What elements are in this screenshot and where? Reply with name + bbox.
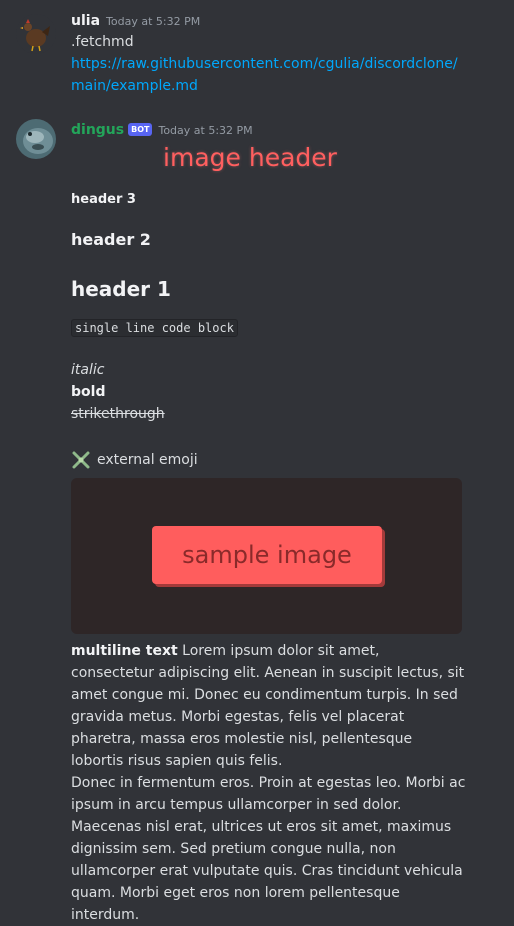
emoji-line: external emoji [71, 450, 198, 470]
header-3: header 3 [71, 192, 136, 207]
multiline-label: multiline text [71, 643, 178, 659]
bot-avatar[interactable] [16, 119, 56, 159]
header-1: header 1 [71, 277, 171, 301]
paragraph-1-text: Lorem ipsum dolor sit amet, consectetur … [71, 643, 465, 769]
code-block: single line code block [71, 319, 238, 337]
embedded-image[interactable]: sample image [71, 478, 462, 634]
bold-text: bold [71, 384, 106, 400]
image-header: image header [163, 143, 337, 172]
strikethrough-text: strikethrough [71, 406, 165, 422]
multiline-paragraph-2: Donec in fermentum eros. Proin at egesta… [71, 775, 466, 923]
multiline-paragraph-1: multiline text Lorem ipsum dolor sit ame… [71, 640, 466, 772]
emoji-text: external emoji [97, 452, 198, 468]
italic-text: italic [71, 362, 105, 378]
sparkle-cross-icon[interactable] [71, 450, 91, 470]
sample-image-label: sample image [152, 526, 382, 584]
header-2: header 2 [71, 230, 151, 249]
message-dingus: dingus BOT Today at 5:32 PM image header h… [0, 0, 514, 923]
bot-username[interactable]: dingus [71, 122, 124, 138]
bot-tag: BOT [128, 123, 153, 136]
timestamp: Today at 5:32 PM [158, 124, 253, 137]
